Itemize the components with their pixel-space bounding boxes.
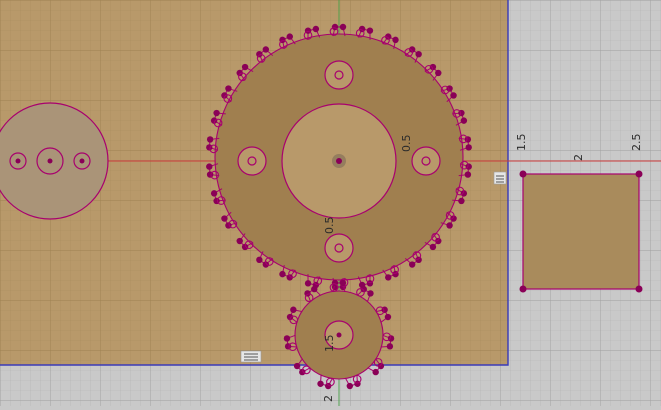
hole-left[interactable]: [237, 146, 267, 176]
rectangle-profile[interactable]: [519, 170, 643, 293]
dim-bottom[interactable]: 2: [322, 395, 335, 402]
ruler-label-3: 2.5: [630, 134, 643, 152]
sketch-viewport[interactable]: 0.5 0.5 1.5 2 1.5 2 2.5: [0, 0, 661, 406]
horizontal-constraint-icon[interactable]: [493, 171, 507, 185]
ruler-label-2: 2: [572, 154, 585, 161]
hole-top[interactable]: [324, 60, 354, 90]
horizontal-constraint-icon[interactable]: [240, 350, 262, 363]
dim-right-hole[interactable]: 0.5: [400, 135, 413, 153]
left-disc-profile[interactable]: [0, 102, 109, 220]
hole-bottom[interactable]: [324, 233, 354, 263]
hole-right[interactable]: [411, 146, 441, 176]
dim-bottom-hole[interactable]: 0.5: [323, 217, 336, 235]
dim-small-gear[interactable]: 1.5: [323, 335, 336, 353]
ruler-label-1: 1.5: [515, 134, 528, 152]
sketch-canvas[interactable]: 0.5 0.5 1.5 2 1.5 2 2.5: [0, 0, 661, 406]
